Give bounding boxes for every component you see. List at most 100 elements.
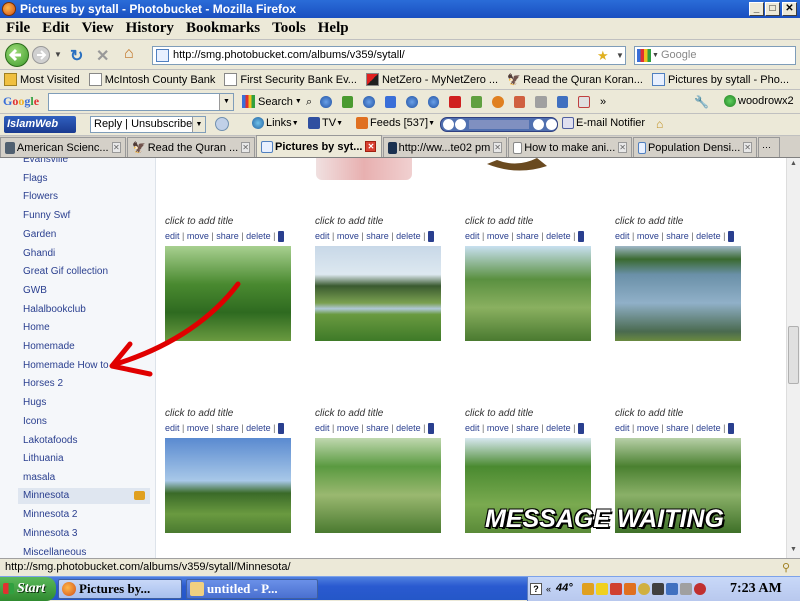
mobile-phone-icon[interactable]	[577, 231, 584, 243]
photo-edit-link[interactable]: edit	[615, 231, 630, 241]
tab-close-icon[interactable]: ✕	[743, 142, 752, 153]
add-icon[interactable]	[556, 96, 569, 108]
photo-share-link[interactable]: share	[366, 231, 389, 241]
photo-title-placeholder[interactable]: click to add title	[315, 216, 383, 227]
media-player-control[interactable]	[440, 117, 558, 132]
vertical-scrollbar[interactable]: ▲ ▼	[786, 158, 800, 558]
home-icon[interactable]: ⌂	[124, 45, 134, 63]
mobile-phone-icon[interactable]	[277, 423, 284, 435]
reload-icon[interactable]: ↻	[70, 46, 83, 66]
globe-icon[interactable]	[320, 96, 332, 108]
photo-delete-link[interactable]: delete	[696, 231, 721, 241]
tab-how-to-make[interactable]: How to make ani... ✕	[508, 137, 632, 157]
photo-delete-link[interactable]: delete	[546, 231, 571, 241]
mobile-phone-icon[interactable]	[427, 423, 434, 435]
minimize-button[interactable]: _	[749, 2, 764, 16]
sidebar-album-link[interactable]: Home	[23, 322, 50, 333]
sidebar-album-link[interactable]: Horses 2	[23, 378, 63, 389]
close-button[interactable]: ✕	[782, 2, 797, 16]
taskbar-firefox-window[interactable]: Pictures by...	[58, 579, 182, 599]
photo-title-placeholder[interactable]: click to add title	[165, 408, 233, 419]
menu-help[interactable]: Help	[318, 20, 349, 37]
mobile-phone-icon[interactable]	[727, 231, 734, 243]
tab-http[interactable]: http://ww...te02 pm ✕	[383, 137, 507, 157]
menu-history[interactable]: History	[126, 20, 174, 37]
photo-share-link[interactable]: share	[516, 231, 539, 241]
tab-american-science[interactable]: American Scienc... ✕	[0, 137, 126, 157]
google-logo[interactable]: Google	[3, 94, 39, 109]
news-icon[interactable]	[535, 96, 547, 108]
photo-move-link[interactable]: move	[487, 231, 509, 241]
photo-edit-link[interactable]: edit	[315, 231, 330, 241]
photo-title-placeholder[interactable]: click to add title	[465, 408, 533, 419]
sidebar-album-link[interactable]: Lakotafoods	[23, 435, 78, 446]
pause-icon[interactable]	[455, 119, 466, 130]
tab-population-density[interactable]: Population Densi... ✕	[633, 137, 757, 157]
sidebar-album-link[interactable]: Minnesota 2	[23, 509, 77, 520]
photo-thumbnail[interactable]	[315, 246, 441, 341]
sidebar-album-link[interactable]: Hugs	[23, 397, 46, 408]
email-notifier-button[interactable]: E-mail Notifier	[562, 117, 645, 129]
globe-icon[interactable]	[363, 96, 375, 108]
tab-close-icon[interactable]: ✕	[493, 142, 502, 153]
menu-edit[interactable]: Edit	[42, 20, 70, 37]
url-bar[interactable]: http://smg.photobucket.com/albums/v359/s…	[152, 46, 626, 65]
bookmark-mcintosh[interactable]: McIntosh County Bank	[88, 73, 215, 86]
photo-move-link[interactable]: move	[487, 423, 509, 433]
help-icon[interactable]: ?	[530, 583, 542, 595]
tab-close-icon[interactable]: ✕	[111, 142, 121, 153]
sidebar-album-link[interactable]: Minnesota 3	[23, 528, 77, 539]
partial-photo-thumbnail[interactable]	[316, 158, 412, 180]
photo-move-link[interactable]: move	[637, 231, 659, 241]
photo-thumbnail[interactable]	[315, 438, 441, 533]
feeds-button[interactable]: Feeds [537] ▼	[356, 117, 435, 129]
sidebar-album-link[interactable]: Icons	[23, 416, 47, 427]
tab-pictures-by-sytall[interactable]: Pictures by syt... ✕	[256, 135, 382, 157]
mobile-phone-icon[interactable]	[427, 231, 434, 243]
photo-delete-link[interactable]: delete	[546, 423, 571, 433]
tab-close-icon[interactable]: ✕	[365, 141, 377, 152]
google-search-input[interactable]: ▼	[48, 93, 234, 111]
tray-app-icon[interactable]	[652, 583, 664, 595]
photo-title-placeholder[interactable]: click to add title	[615, 216, 683, 227]
sidebar-album-link[interactable]: Funny Swf	[23, 210, 70, 221]
gmail-icon[interactable]	[384, 96, 397, 108]
compass-icon[interactable]	[492, 96, 504, 108]
play-icon[interactable]	[443, 119, 454, 130]
photo-share-link[interactable]: share	[666, 423, 689, 433]
bookmark-most-visited[interactable]: Most Visited	[4, 73, 80, 86]
blocker-icon[interactable]	[513, 96, 526, 108]
sidebar-album-link[interactable]: masala	[23, 472, 55, 483]
photo-delete-link[interactable]: delete	[246, 231, 271, 241]
scroll-down-icon[interactable]: ▼	[787, 544, 800, 556]
reply-select[interactable]: Reply | Unsubscribe ▼	[90, 116, 206, 133]
mobile-phone-icon[interactable]	[277, 231, 284, 243]
photo-edit-link[interactable]: edit	[465, 423, 480, 433]
photo-edit-link[interactable]: edit	[315, 423, 330, 433]
photos-icon[interactable]	[470, 96, 483, 108]
scroll-up-icon[interactable]: ▲	[787, 158, 800, 170]
tab-close-icon[interactable]: ✕	[618, 142, 627, 153]
bookmark-star-icon[interactable]: ★	[597, 47, 609, 64]
photo-share-link[interactable]: share	[216, 231, 239, 241]
sidebar-album-link[interactable]: Great Gif collection	[23, 266, 108, 277]
photo-edit-link[interactable]: edit	[165, 423, 180, 433]
tab-read-quran[interactable]: 🦅 Read the Quran ... ✕	[127, 137, 255, 157]
bookmark-netzero[interactable]: NetZero - MyNetZero ...	[365, 73, 498, 86]
maximize-button[interactable]: □	[765, 2, 780, 16]
tray-network-icon[interactable]	[666, 583, 678, 595]
bookmark-first-security[interactable]: First Security Bank Ev...	[224, 73, 357, 86]
start-button[interactable]: Start	[0, 577, 56, 601]
photo-share-link[interactable]: share	[516, 423, 539, 433]
photo-delete-link[interactable]: delete	[396, 231, 421, 241]
tray-chevron-icon[interactable]: «	[546, 584, 551, 594]
tray-smiley-icon[interactable]	[638, 583, 650, 595]
clock[interactable]: 7:23 AM	[730, 581, 782, 597]
wrench-icon[interactable]: 🔧	[694, 95, 709, 109]
photo-share-link[interactable]: share	[366, 423, 389, 433]
scrollbar-thumb[interactable]	[788, 326, 799, 384]
status-resize-icon[interactable]: ⚲	[782, 560, 790, 576]
tab-overflow-icon[interactable]: ⋯	[758, 137, 780, 157]
photo-share-link[interactable]: share	[666, 231, 689, 241]
bookmark-quran[interactable]: 🦅 Read the Quran Koran...	[507, 73, 643, 87]
